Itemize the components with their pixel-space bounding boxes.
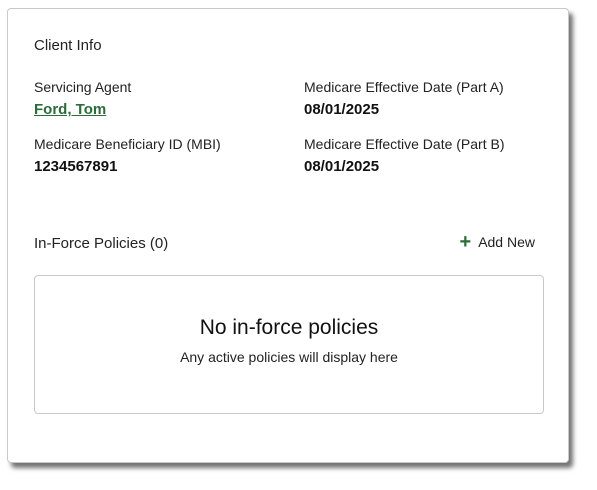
medicare-part-a-field: Medicare Effective Date (Part A) 08/01/2… xyxy=(304,78,504,119)
servicing-agent-field: Servicing Agent Ford, Tom xyxy=(34,78,131,119)
mbi-field: Medicare Beneficiary ID (MBI) 1234567891 xyxy=(34,135,221,176)
in-force-policies-title: In-Force Policies (0) xyxy=(34,235,169,252)
empty-policies-panel: No in-force policies Any active policies… xyxy=(34,275,544,414)
add-new-label: Add New xyxy=(478,234,535,250)
servicing-agent-link[interactable]: Ford, Tom xyxy=(34,101,106,119)
mbi-value: 1234567891 xyxy=(34,158,118,175)
client-info-card: Client Info Servicing Agent Ford, Tom Me… xyxy=(7,8,569,463)
add-new-button[interactable]: + Add New xyxy=(459,231,536,253)
plus-icon: + xyxy=(459,231,472,253)
medicare-part-a-label: Medicare Effective Date (Part A) xyxy=(304,79,504,95)
client-info-title: Client Info xyxy=(34,37,102,54)
medicare-part-b-value: 08/01/2025 xyxy=(304,158,380,175)
empty-state-title: No in-force policies xyxy=(199,316,379,339)
medicare-part-b-field: Medicare Effective Date (Part B) 08/01/2… xyxy=(304,135,504,176)
mbi-label: Medicare Beneficiary ID (MBI) xyxy=(34,136,221,152)
servicing-agent-label: Servicing Agent xyxy=(34,79,132,95)
empty-state-subtitle: Any active policies will display here xyxy=(180,349,398,365)
medicare-part-a-value: 08/01/2025 xyxy=(304,101,380,118)
medicare-part-b-label: Medicare Effective Date (Part B) xyxy=(304,136,505,152)
